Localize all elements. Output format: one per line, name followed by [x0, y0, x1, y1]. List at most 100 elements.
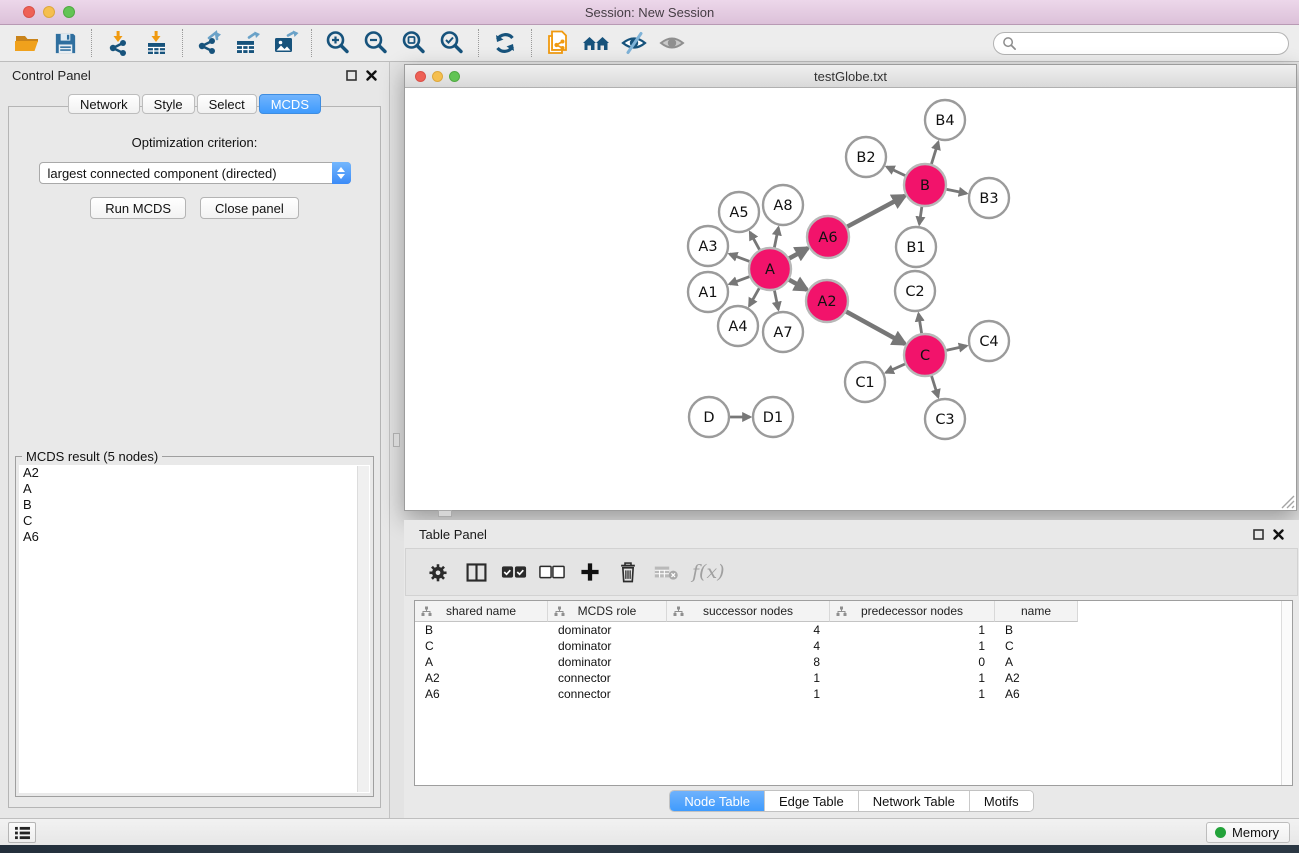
run-mcds-button[interactable]: Run MCDS — [90, 197, 186, 219]
resize-grip-icon[interactable] — [1279, 493, 1295, 509]
graph-node-B4[interactable]: B4 — [925, 100, 965, 140]
graph-node-C3[interactable]: C3 — [925, 399, 965, 439]
graph-node-C4[interactable]: C4 — [969, 321, 1009, 361]
tab-network-table[interactable]: Network Table — [859, 791, 970, 811]
close-panel-button[interactable]: Close panel — [200, 197, 299, 219]
show-all-button[interactable] — [653, 27, 691, 59]
mcds-result-item[interactable]: A6 — [19, 529, 370, 545]
mcds-result-item[interactable]: C — [19, 513, 370, 529]
table-cell[interactable]: A6 — [415, 686, 548, 702]
graph-node-A5[interactable]: A5 — [719, 192, 759, 232]
close-table-panel-icon[interactable] — [1273, 529, 1284, 540]
mcds-result-item[interactable]: A — [19, 481, 370, 497]
table-cell[interactable]: A6 — [995, 686, 1078, 702]
result-scrollbar[interactable] — [357, 466, 369, 792]
graph-edge-A-A7[interactable] — [774, 290, 778, 310]
table-cell[interactable]: connector — [548, 670, 667, 686]
table-cell[interactable]: 0 — [830, 654, 995, 670]
graph-edge-C-C2[interactable] — [919, 314, 922, 335]
graph-edge-A-A6[interactable] — [788, 248, 807, 259]
open-session-button[interactable] — [8, 27, 46, 59]
graph-edge-C-C4[interactable] — [946, 346, 967, 351]
memory-button[interactable]: Memory — [1206, 822, 1290, 843]
table-cell[interactable]: 1 — [830, 638, 995, 654]
graph-node-A4[interactable]: A4 — [718, 306, 758, 346]
graph-node-C1[interactable]: C1 — [845, 362, 885, 402]
new-network-from-selection-button[interactable] — [539, 27, 577, 59]
column-header-name[interactable]: name — [995, 601, 1078, 622]
control-tab-style[interactable]: Style — [142, 94, 195, 114]
column-header-mcds-role[interactable]: MCDS role — [548, 601, 667, 622]
graph-edge-B-B4[interactable] — [931, 142, 938, 165]
table-cell[interactable]: 1 — [830, 686, 995, 702]
table-cell[interactable]: dominator — [548, 622, 667, 638]
import-table-button[interactable] — [137, 27, 175, 59]
graph-edge-A-A4[interactable] — [749, 287, 759, 306]
task-history-button[interactable] — [8, 822, 36, 843]
table-row[interactable]: Bdominator41B — [415, 622, 1292, 638]
tab-motifs[interactable]: Motifs — [970, 791, 1033, 811]
graph-edge-A2-C[interactable] — [845, 311, 904, 344]
table-row[interactable]: Adominator80A — [415, 654, 1292, 670]
tab-edge-table[interactable]: Edge Table — [765, 791, 859, 811]
graph-node-A[interactable]: A — [749, 248, 791, 290]
close-panel-icon[interactable] — [366, 70, 377, 81]
table-cell[interactable]: dominator — [548, 638, 667, 654]
graph-node-D[interactable]: D — [689, 397, 729, 437]
toolbar-search[interactable] — [993, 32, 1289, 55]
graph-node-A1[interactable]: A1 — [688, 272, 728, 312]
table-cell[interactable]: 4 — [667, 622, 830, 638]
table-cell[interactable]: 1 — [667, 686, 830, 702]
graph-edge-A-A1[interactable] — [730, 276, 751, 284]
float-table-panel-icon[interactable] — [1253, 529, 1264, 540]
graph-node-B3[interactable]: B3 — [969, 178, 1009, 218]
graph-node-A3[interactable]: A3 — [688, 226, 728, 266]
table-cell[interactable]: 1 — [830, 622, 995, 638]
table-cell[interactable]: A — [415, 654, 548, 670]
hide-selected-button[interactable] — [615, 27, 653, 59]
table-cell[interactable]: A2 — [415, 670, 548, 686]
graph-node-D1[interactable]: D1 — [753, 397, 793, 437]
mcds-result-item[interactable]: A2 — [19, 465, 370, 481]
control-tab-select[interactable]: Select — [197, 94, 257, 114]
table-cell[interactable]: A2 — [995, 670, 1078, 686]
graph-node-B1[interactable]: B1 — [896, 227, 936, 267]
table-cell[interactable]: B — [995, 622, 1078, 638]
table-cell[interactable]: C — [415, 638, 548, 654]
table-cell[interactable]: A — [995, 654, 1078, 670]
table-row[interactable]: Cdominator41C — [415, 638, 1292, 654]
zoom-in-button[interactable] — [319, 27, 357, 59]
graph-edge-B-B1[interactable] — [919, 206, 922, 224]
table-cell[interactable]: 1 — [667, 670, 830, 686]
graph-node-B[interactable]: B — [904, 164, 946, 206]
table-settings-button[interactable] — [422, 555, 454, 589]
import-network-button[interactable] — [99, 27, 137, 59]
horizontal-splitter-handle[interactable] — [438, 510, 452, 517]
table-cell[interactable]: C — [995, 638, 1078, 654]
mcds-result-item[interactable]: B — [19, 497, 370, 513]
graph-edge-C-C3[interactable] — [931, 375, 938, 397]
graph-node-B2[interactable]: B2 — [846, 137, 886, 177]
control-tab-network[interactable]: Network — [68, 94, 140, 114]
network-canvas[interactable]: B4B2BB3A8A5A6A3B1AA1C2A2A4A7C4CC1DD1C3 — [405, 88, 1296, 510]
graph-edge-A-A5[interactable] — [750, 232, 760, 250]
graph-edge-A-A8[interactable] — [774, 228, 778, 249]
graph-edge-A6-B[interactable] — [847, 196, 905, 227]
column-header-shared-name[interactable]: shared name — [415, 601, 548, 622]
column-header-predecessor-nodes[interactable]: predecessor nodes — [830, 601, 995, 622]
graph-node-A8[interactable]: A8 — [763, 185, 803, 225]
zoom-selected-button[interactable] — [433, 27, 471, 59]
graph-node-A6[interactable]: A6 — [807, 216, 849, 258]
graph-node-A7[interactable]: A7 — [763, 312, 803, 352]
graph-edge-A-A2[interactable] — [788, 279, 807, 289]
vertical-splitter-handle[interactable] — [393, 433, 400, 447]
graph-node-C2[interactable]: C2 — [895, 271, 935, 311]
export-image-button[interactable] — [266, 27, 304, 59]
table-cell[interactable]: dominator — [548, 654, 667, 670]
graph-edge-B-B2[interactable] — [887, 167, 906, 176]
export-network-button[interactable] — [190, 27, 228, 59]
control-tab-mcds[interactable]: MCDS — [259, 94, 321, 114]
float-panel-icon[interactable] — [346, 70, 357, 81]
column-header-successor-nodes[interactable]: successor nodes — [667, 601, 830, 622]
table-row[interactable]: A6connector11A6 — [415, 686, 1292, 702]
